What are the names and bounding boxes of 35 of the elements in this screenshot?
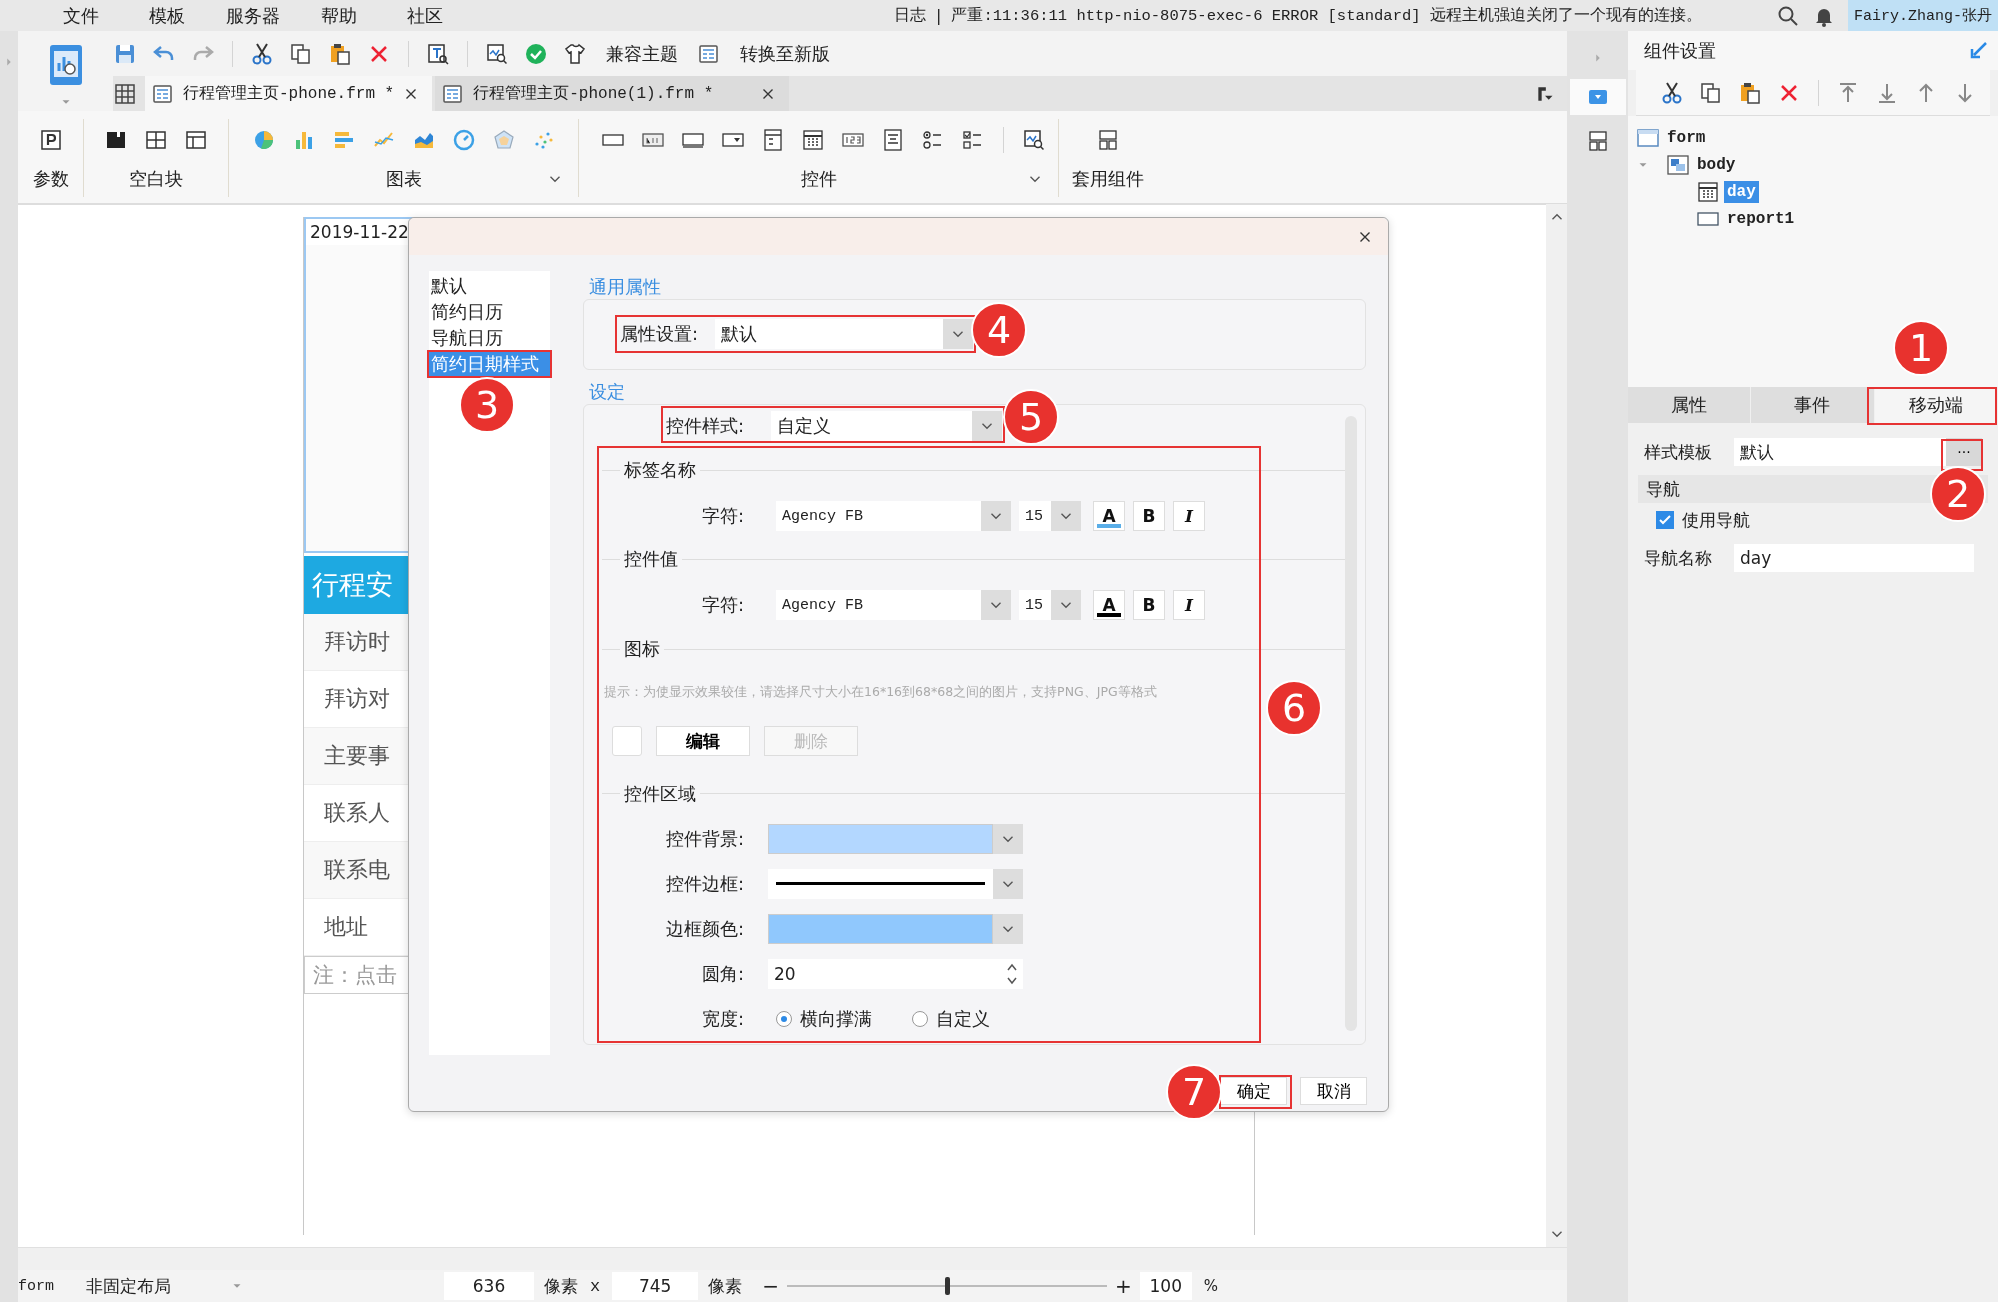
times-sign: x (590, 1276, 601, 1296)
group-label: 空白块 (129, 166, 183, 191)
separator-text: | (936, 6, 942, 25)
field-label: 字符: (700, 504, 744, 528)
unit-label: 像素 (544, 1274, 578, 1298)
group-label: 套用组件 (1072, 166, 1144, 191)
group-label: 参数 (32, 166, 69, 191)
field-label: 导航名称 (1644, 546, 1713, 570)
radio-label: 自定义 (936, 1006, 990, 1031)
field-label: 属性设置: (620, 321, 700, 346)
section-title: 通用属性 (588, 275, 662, 299)
field-label: 控件背景: (664, 826, 744, 851)
panel-title: 组件设置 (1644, 38, 1716, 63)
checkbox-label: 使用导航 (1682, 508, 1750, 532)
section-title: 设定 (588, 380, 626, 404)
group-label: 图表 (385, 166, 422, 191)
field-label: 控件边框: (664, 871, 744, 896)
field-label: 控件样式: (666, 413, 746, 438)
field-label: 圆角: (700, 961, 744, 986)
field-label: 字符: (700, 593, 744, 617)
field-label: 样式模板 (1644, 440, 1713, 464)
section-title: 控件值 (623, 547, 679, 571)
radio-label: 横向撑满 (800, 1006, 872, 1031)
section-title: 标签名称 (623, 458, 697, 482)
section-title: 图标 (623, 637, 661, 661)
section-title: 控件区域 (623, 781, 697, 806)
object-name: form (18, 1277, 55, 1295)
percent-sign: % (1203, 1277, 1218, 1295)
group-label: 控件 (800, 166, 837, 191)
hint-text: 提示：为使显示效果较佳，请选择尺寸大小在16*16到68*68之间的图片，支持PNG、JPG等格式 (604, 683, 1157, 701)
field-label: 边框颜色: (664, 916, 744, 941)
unit-label: 像素 (708, 1274, 743, 1298)
section-title: 导航 (1646, 477, 1680, 501)
field-label: 宽度: (700, 1006, 744, 1031)
log-message: 严重:11:36:11 http-nio-8075-exec-6 ERROR [standard] 远程主机强迫关闭了一个现有的连接。 (951, 5, 1702, 26)
